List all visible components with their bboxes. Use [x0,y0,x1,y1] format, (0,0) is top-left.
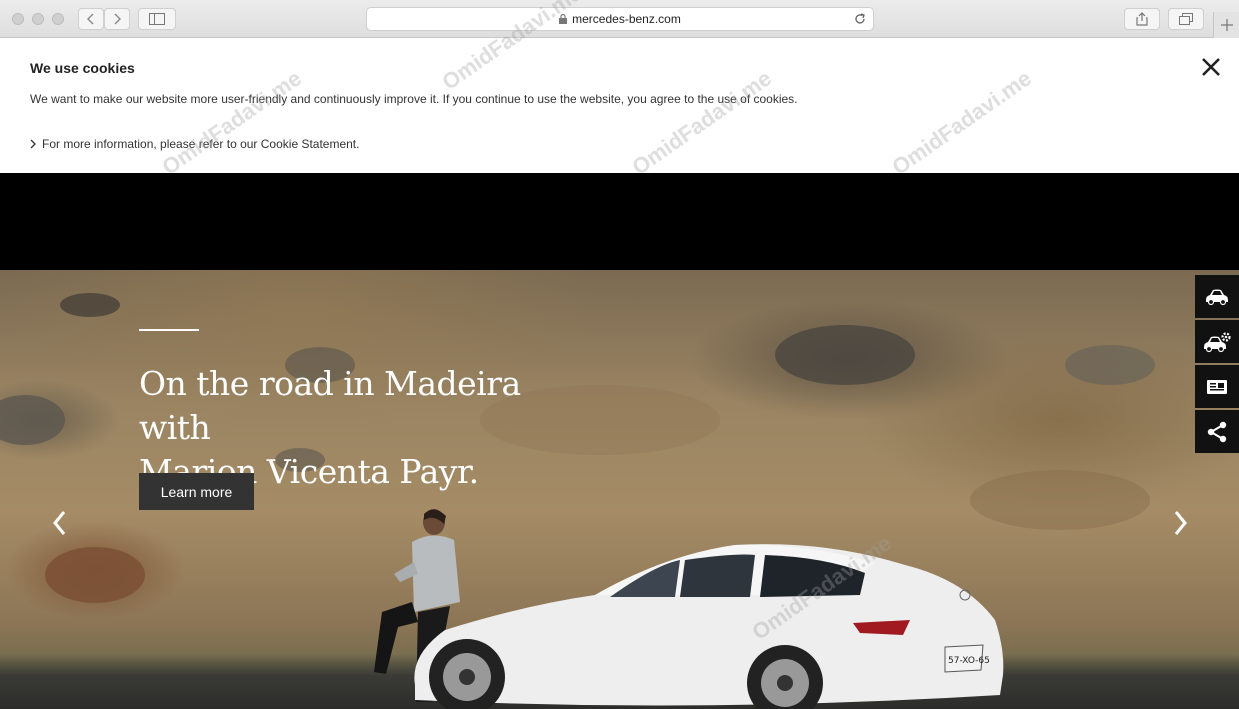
tabs-icon [1179,13,1193,25]
browser-toolbar: mercedes-benz.com [0,0,1239,38]
vehicle-search-button[interactable] [1195,275,1239,318]
sidebar-icon [149,13,165,25]
minimize-window-button[interactable] [32,13,44,25]
cookie-banner: We use cookies We want to make our websi… [0,38,1239,173]
back-button[interactable] [78,8,104,30]
share-icon [1207,421,1227,442]
chevron-left-icon[interactable] [48,508,72,538]
new-tab-button[interactable] [1213,12,1239,38]
side-toolbar [1195,275,1239,455]
contact-card-icon [1207,379,1227,394]
contact-button[interactable] [1195,365,1239,408]
hero-slider: 57-XO-65 On the road in Madeira with Mar… [0,270,1239,709]
chevron-right-icon [30,139,36,149]
sidebar-toggle-button[interactable] [138,8,176,30]
cookie-link-label: For more information, please refer to ou… [42,137,360,151]
license-plate: 57-XO-65 [948,656,990,666]
cookie-title: We use cookies [30,60,135,76]
chevron-right-icon[interactable] [1168,508,1192,538]
car-configurator-button[interactable] [1195,320,1239,363]
car-config-icon [1204,331,1231,352]
learn-more-button[interactable]: Learn more [139,473,254,510]
close-icon[interactable] [1200,56,1222,78]
close-window-button[interactable] [12,13,24,25]
tabs-overview-button[interactable] [1168,8,1204,30]
share-icon [1136,12,1148,26]
zoom-window-button[interactable] [52,13,64,25]
hero-title-line-1: On the road in Madeira with [139,364,521,447]
share-button[interactable] [1124,8,1160,30]
car-image: 57-XO-65 [414,544,1004,709]
car-icon [1206,289,1228,305]
share-page-button[interactable] [1195,410,1239,453]
lock-icon [559,14,568,24]
reload-icon[interactable] [853,12,867,26]
new-tab-icon [1220,19,1233,31]
hero-accent-line [139,329,199,331]
cookie-text: We want to make our website more user-fr… [30,92,798,106]
cookie-statement-link[interactable]: For more information, please refer to ou… [30,137,359,151]
forward-icon [114,13,121,25]
back-icon [87,13,94,25]
forward-button[interactable] [104,8,130,30]
url-text: mercedes-benz.com [572,12,681,26]
header-bar [0,173,1239,270]
address-bar[interactable]: mercedes-benz.com [366,7,874,31]
